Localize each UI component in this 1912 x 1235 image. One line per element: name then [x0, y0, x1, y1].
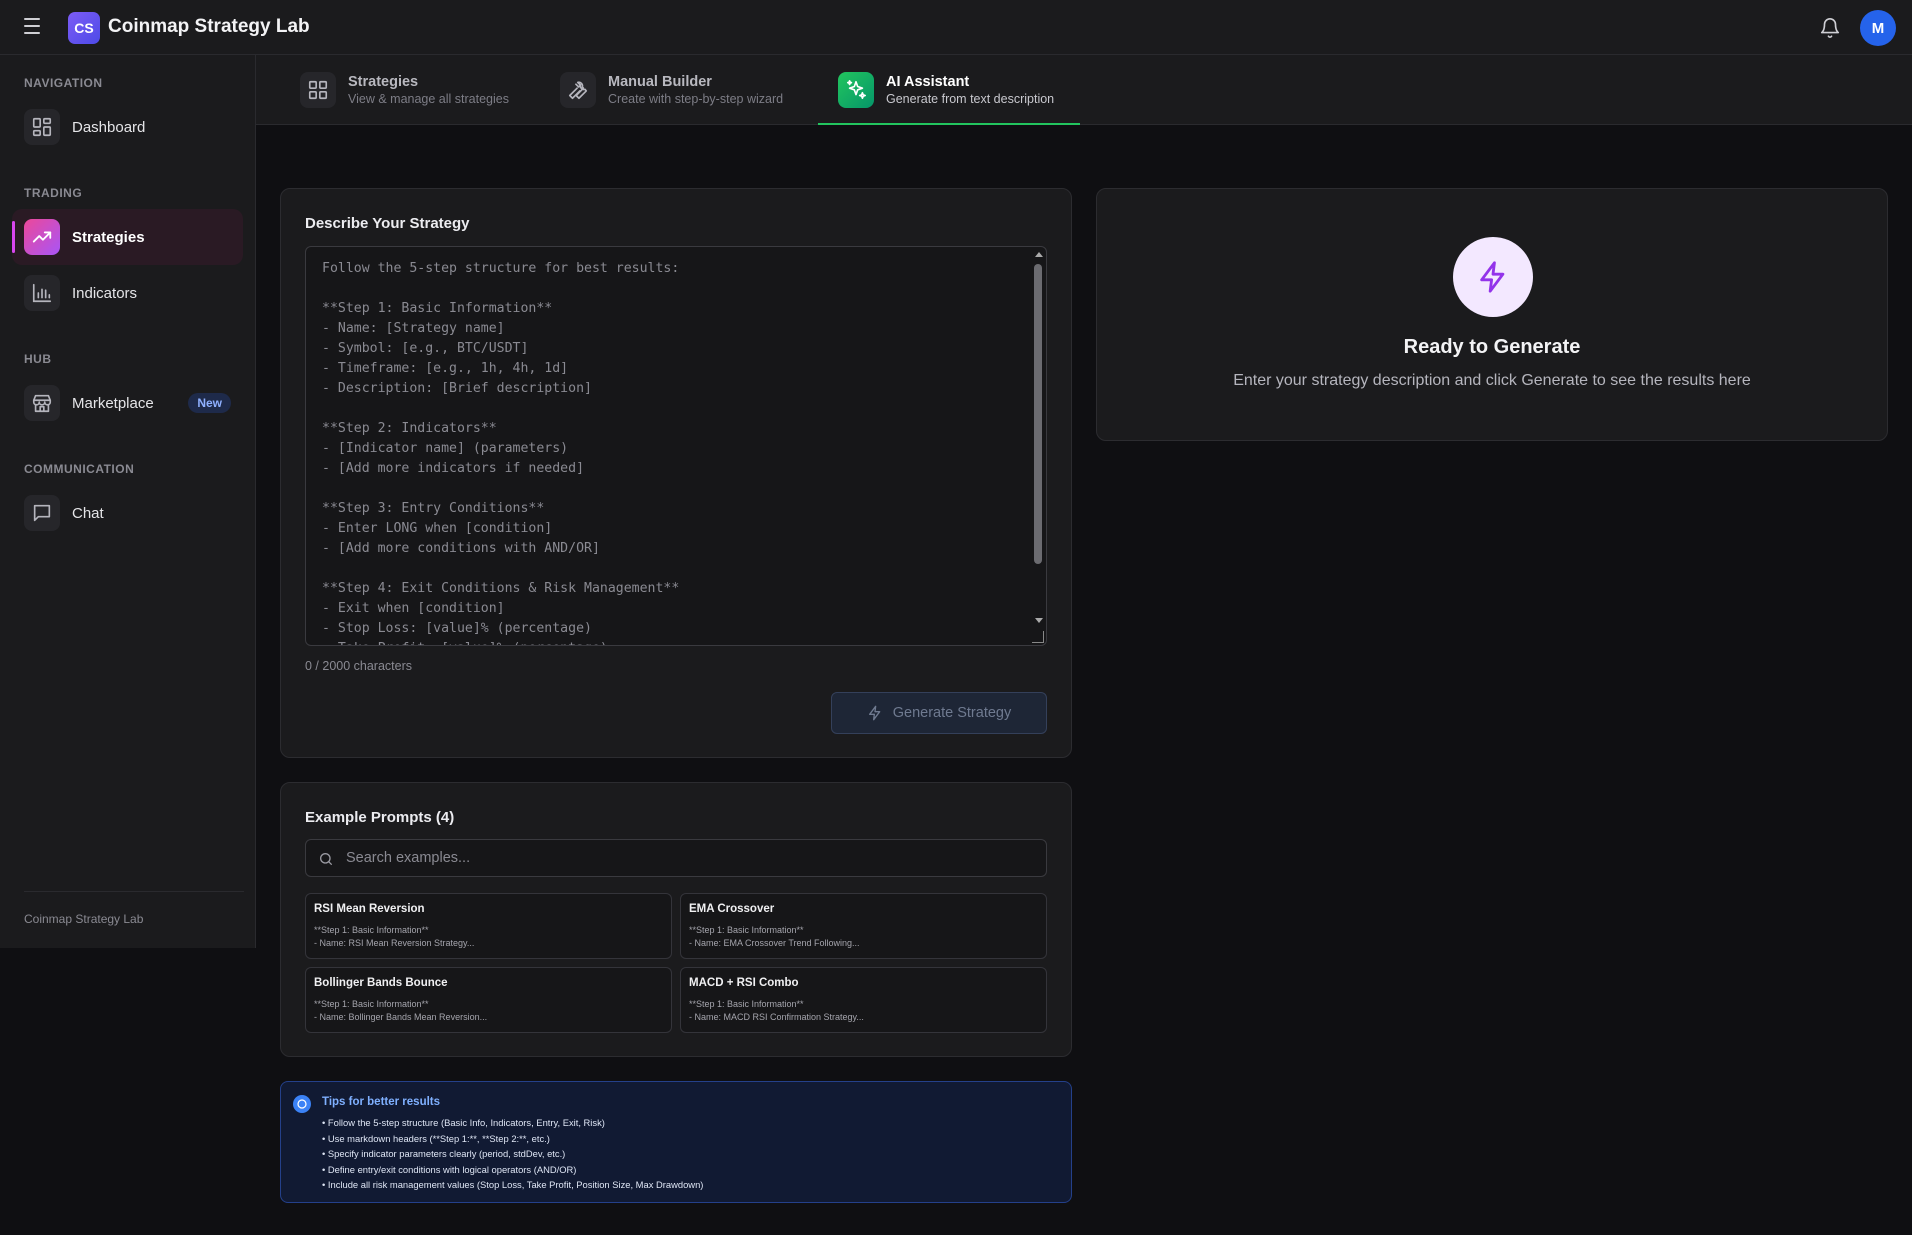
lightning-icon	[868, 705, 881, 721]
app-logo: CS	[68, 12, 100, 44]
tip-item: Follow the 5-step structure (Basic Info,…	[322, 1115, 703, 1131]
nav-section-hub: HUB	[24, 352, 52, 366]
example-preview-line: **Step 1: Basic Information**	[689, 925, 804, 935]
sidebar-item-label: Indicators	[72, 284, 138, 302]
character-count: 0 / 2000 characters	[305, 659, 413, 673]
message-icon	[24, 495, 60, 531]
new-badge: New	[188, 393, 231, 413]
example-title: RSI Mean Reversion	[314, 903, 425, 915]
tab-subtitle: Create with step-by-step wizard	[608, 92, 784, 106]
describe-strategy-title: Describe Your Strategy	[305, 215, 470, 232]
resize-handle[interactable]	[1032, 631, 1044, 643]
bell-icon[interactable]	[1819, 17, 1841, 39]
sidebar-item-dashboard[interactable]: Dashboard	[12, 99, 243, 155]
example-preview-line: **Step 1: Basic Information**	[314, 999, 429, 1009]
search-icon	[320, 853, 332, 865]
sidebar: NAVIGATION Dashboard TRADING Strategies …	[0, 55, 256, 948]
sidebar-item-label: Strategies	[72, 228, 145, 246]
example-preview-line: - Name: MACD RSI Confirmation Strategy..…	[689, 1012, 864, 1022]
store-icon	[24, 385, 60, 421]
example-title: EMA Crossover	[689, 903, 775, 915]
tab-title: Strategies	[348, 74, 419, 90]
generate-strategy-button[interactable]: Generate Strategy	[831, 692, 1047, 734]
example-prompts-title: Example Prompts (4)	[305, 809, 455, 826]
sidebar-divider	[24, 891, 244, 892]
grid-icon	[300, 72, 336, 108]
strategy-description-placeholder: Follow the 5-step structure for best res…	[322, 261, 680, 645]
describe-strategy-card: Describe Your Strategy Follow the 5-step…	[280, 188, 1072, 758]
example-prompts-card: Example Prompts (4) RSI Mean Reversion *…	[280, 782, 1072, 1057]
trending-up-icon	[24, 219, 60, 255]
tab-title: AI Assistant	[886, 74, 970, 90]
tab-ai-assistant[interactable]: AI Assistant Generate from text descript…	[818, 55, 1080, 125]
result-panel: Ready to Generate Enter your strategy de…	[1096, 188, 1888, 441]
tab-subtitle: Generate from text description	[886, 92, 1055, 106]
ready-subtitle: Enter your strategy description and clic…	[1233, 372, 1751, 389]
example-preview-line: **Step 1: Basic Information**	[314, 925, 429, 935]
example-prompt-rsi-mean-reversion[interactable]: RSI Mean Reversion **Step 1: Basic Infor…	[305, 893, 672, 959]
example-prompt-bollinger-bands-bounce[interactable]: Bollinger Bands Bounce **Step 1: Basic I…	[305, 967, 672, 1033]
example-preview-line: - Name: RSI Mean Reversion Strategy...	[314, 938, 475, 948]
tab-strategies[interactable]: Strategies View & manage all strategies	[300, 55, 510, 125]
strategy-description-input[interactable]: Follow the 5-step structure for best res…	[305, 246, 1047, 646]
sidebar-item-chat[interactable]: Chat	[12, 485, 243, 541]
wrench-icon	[560, 72, 596, 108]
sidebar-item-strategies[interactable]: Strategies	[12, 209, 243, 265]
tips-panel: Tips for better results Follow the 5-ste…	[280, 1081, 1072, 1203]
sparkles-icon	[838, 72, 874, 108]
bar-chart-icon	[24, 275, 60, 311]
sidebar-item-indicators[interactable]: Indicators	[12, 265, 243, 321]
tab-title: Manual Builder	[608, 74, 712, 90]
tab-manual-builder[interactable]: Manual Builder Create with step-by-step …	[560, 55, 790, 125]
example-title: MACD + RSI Combo	[689, 977, 799, 989]
app-title: Coinmap Strategy Lab	[108, 16, 310, 37]
user-avatar[interactable]: M	[1860, 10, 1896, 46]
hamburger-icon[interactable]	[24, 18, 44, 36]
lightning-icon	[1453, 237, 1533, 317]
nav-section-navigation: NAVIGATION	[24, 76, 103, 90]
tip-item: Define entry/exit conditions with logica…	[322, 1162, 703, 1178]
info-icon	[293, 1095, 311, 1113]
top-bar: CS Coinmap Strategy Lab M	[0, 0, 1912, 55]
example-preview-line: - Name: Bollinger Bands Mean Reversion..…	[314, 1012, 488, 1022]
tab-subtitle: View & manage all strategies	[348, 92, 509, 106]
sidebar-footer: Coinmap Strategy Lab	[24, 912, 144, 926]
search-examples-field[interactable]	[305, 839, 1047, 877]
tips-title: Tips for better results	[322, 1096, 441, 1108]
sidebar-item-marketplace[interactable]: Marketplace New	[12, 375, 243, 431]
example-title: Bollinger Bands Bounce	[314, 977, 448, 989]
tips-list: Follow the 5-step structure (Basic Info,…	[322, 1115, 704, 1193]
tab-bar: Strategies View & manage all strategies …	[256, 55, 1912, 125]
tip-item: Use markdown headers (**Step 1:**, **Ste…	[322, 1131, 703, 1147]
example-prompt-macd-rsi-combo[interactable]: MACD + RSI Combo **Step 1: Basic Informa…	[680, 967, 1047, 1033]
textarea-scrollbar[interactable]	[1032, 249, 1044, 643]
nav-section-communication: COMMUNICATION	[24, 462, 135, 476]
generate-strategy-label: Generate Strategy	[892, 705, 1012, 721]
grid-icon	[24, 109, 60, 145]
sidebar-item-label: Dashboard	[72, 118, 146, 136]
example-prompt-ema-crossover[interactable]: EMA Crossover **Step 1: Basic Informatio…	[680, 893, 1047, 959]
tip-item: Specify indicator parameters clearly (pe…	[322, 1146, 703, 1162]
ready-title: Ready to Generate	[1403, 336, 1581, 358]
example-preview-line: **Step 1: Basic Information**	[689, 999, 804, 1009]
sidebar-item-label: Marketplace	[72, 394, 154, 412]
search-examples-input[interactable]	[346, 840, 1036, 876]
sidebar-item-label: Chat	[72, 504, 104, 522]
example-preview-line: - Name: EMA Crossover Trend Following...	[689, 938, 860, 948]
nav-section-trading: TRADING	[24, 186, 83, 200]
tip-item: Include all risk management values (Stop…	[322, 1177, 704, 1193]
